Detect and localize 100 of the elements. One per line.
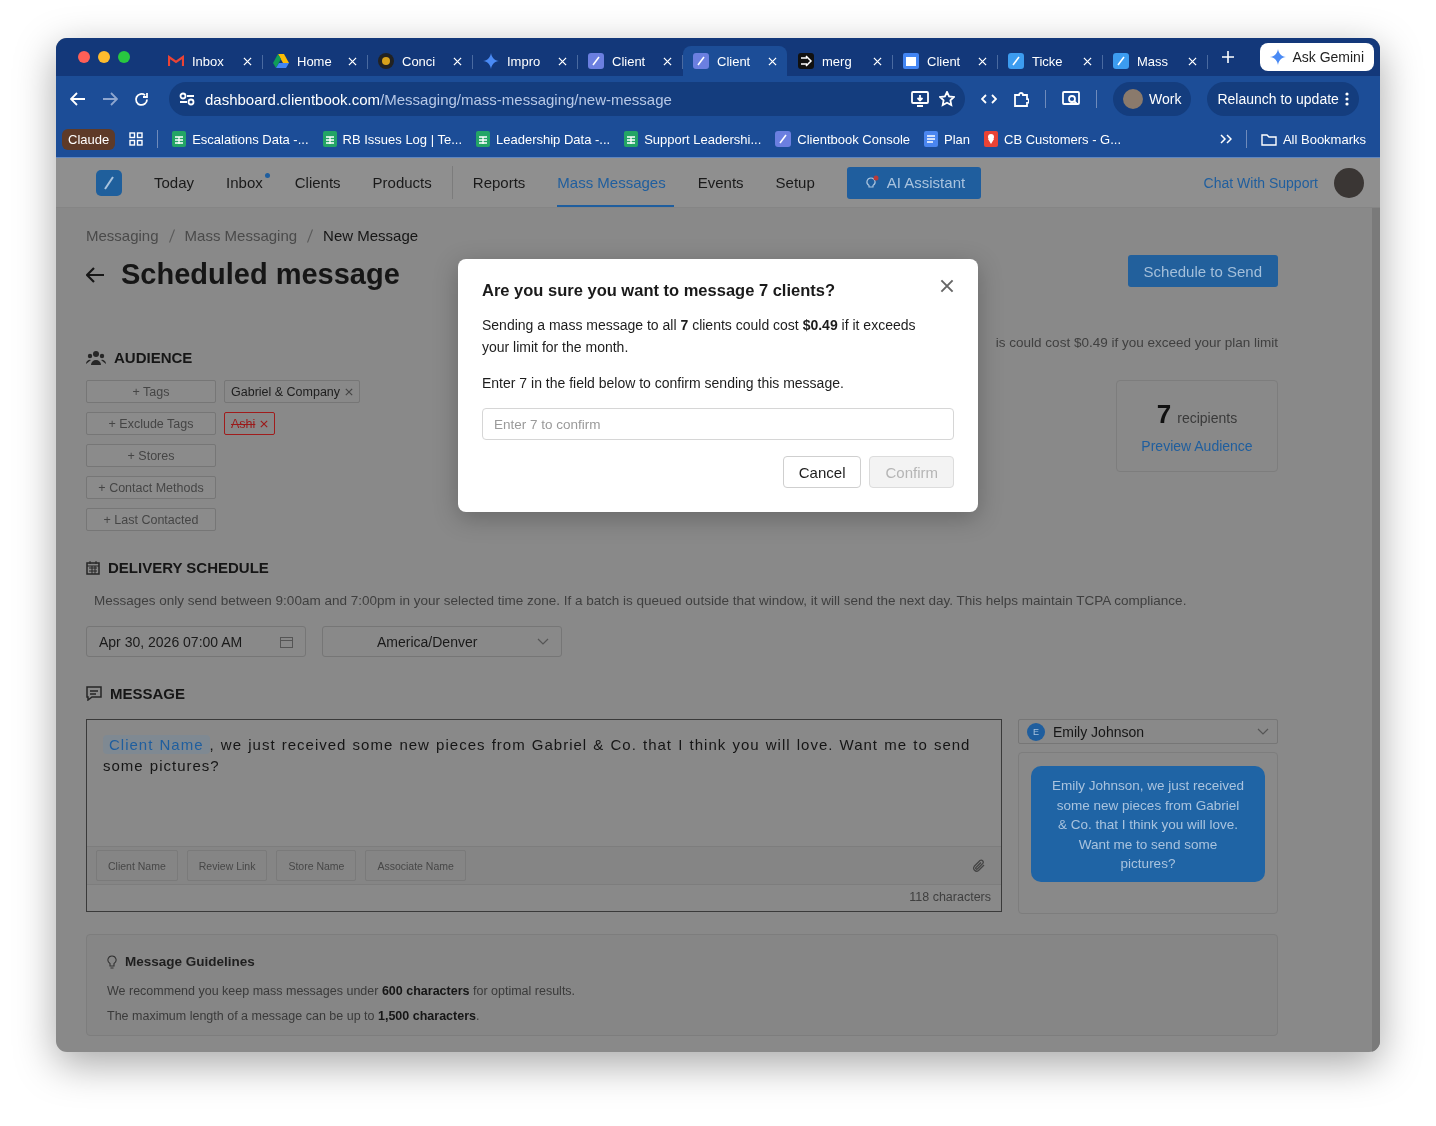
site-settings-icon[interactable] [179, 92, 195, 106]
add-filter-button[interactable]: + Last Contacted [86, 508, 216, 531]
dialog-title: Are you sure you want to message 7 clients? [482, 281, 836, 300]
browser-tab[interactable]: Conci [368, 46, 472, 76]
star-icon[interactable] [939, 91, 955, 107]
recipients-label: recipients [1177, 409, 1238, 426]
contact-initial-avatar: E [1027, 722, 1045, 741]
paperclip-icon[interactable] [972, 857, 986, 874]
bookmark[interactable]: CB Customers - G... [984, 131, 1122, 147]
apps-grid-icon[interactable] [129, 132, 144, 146]
message-text[interactable]: Client Name , we just received some new pieces from Gabriel & Co. that I think you will love. Want me to send some pictures? [87, 720, 1001, 846]
tag-chip[interactable]: Gabriel & Company [224, 380, 361, 403]
separator-slash-icon [168, 228, 175, 243]
bookmark[interactable]: RB Issues Log | Te... [322, 131, 462, 147]
bookmark[interactable]: Leadership Data -... [476, 131, 611, 147]
cost-note: is could cost $0.49 if you exceed your plan limit [995, 335, 1278, 350]
forward-icon[interactable] [102, 92, 118, 106]
install-app-icon[interactable] [911, 91, 929, 107]
nav-link[interactable]: Setup [775, 158, 823, 207]
schedule-to-send-button[interactable]: Schedule to Send [1127, 255, 1278, 287]
relaunch-button[interactable]: Relaunch to update [1207, 82, 1359, 116]
guideline-text: The maximum length of a message can be up to 1,500 characters. [107, 1009, 481, 1023]
nav-link[interactable]: Events [697, 158, 752, 207]
address-bar[interactable]: dashboard.clientbook.com/Messaging/mass-messaging/new-message [169, 82, 965, 116]
browser-tab[interactable]: Mass [1103, 46, 1207, 76]
browser-tab[interactable]: Client [683, 46, 787, 76]
chevrons-icon[interactable] [1219, 134, 1232, 144]
feather-app-icon [1113, 53, 1129, 69]
message-icon [86, 686, 102, 701]
app-logo-icon[interactable] [96, 169, 122, 196]
back-arrow-icon[interactable] [86, 266, 105, 283]
nav-link[interactable]: Today [154, 158, 203, 207]
add-filter-button[interactable]: + Stores [86, 444, 216, 467]
date-time-field[interactable]: Apr 30, 2026 07:00 AM [86, 626, 306, 657]
browser-tab[interactable]: Client [578, 46, 682, 76]
bookmark[interactable]: Clientbook Console [775, 131, 910, 147]
people-icon [86, 350, 106, 365]
spreadsheet-icon [476, 131, 490, 147]
add-filter-button[interactable]: + Tags [86, 380, 216, 403]
feather-app-icon [775, 131, 792, 147]
avatar[interactable] [1334, 167, 1364, 198]
url-text: dashboard.clientbook.com/Messaging/mass-messaging/new-message [205, 90, 673, 108]
sparkle-icon [1270, 49, 1287, 65]
section-heading: DELIVERY SCHEDULE [108, 559, 269, 576]
timezone-select[interactable]: America/Denver [322, 626, 562, 657]
map-pin-icon [984, 131, 999, 147]
schedule-note: Messages only send between 9:00am and 7:00pm in your selected time zone. If a batch is queued outside that window, it will send the next day. This helps maintain TCPA compliance. [94, 593, 1188, 608]
section-heading: MESSAGE [110, 685, 185, 702]
search-icon[interactable] [1062, 91, 1080, 107]
notification-dot [264, 173, 270, 178]
code-icon[interactable] [981, 94, 997, 104]
character-count: 118 characters [87, 884, 1001, 911]
dialog-instruction: Enter 7 in the field below to confirm sending this message. [482, 374, 845, 393]
browser-tab[interactable]: Client [893, 46, 997, 76]
browser-tab[interactable]: Inbox [158, 46, 262, 76]
reload-icon[interactable] [134, 91, 149, 107]
tab-group-label[interactable]: Claude [62, 128, 116, 150]
profile-button[interactable]: Work [1113, 82, 1192, 116]
dialog-message: Sending a mass message to all 7 clients could cost $0.49 if it exceeds your limit for the month. [482, 316, 917, 357]
close-icon[interactable] [940, 279, 954, 293]
puzzle-icon[interactable] [1013, 91, 1029, 107]
feather-app-icon [1008, 53, 1024, 69]
recipient-count: 7 [1156, 398, 1172, 430]
back-icon[interactable] [70, 92, 86, 106]
sparkle-icon [483, 53, 499, 69]
all-bookmarks[interactable]: All Bookmarks [1260, 131, 1366, 147]
ai-assistant-button[interactable]: AI Assistant [846, 166, 982, 199]
bookmark[interactable]: Escalations Data -... [172, 131, 309, 147]
nav-link[interactable]: Clients [294, 158, 349, 207]
remove-icon[interactable] [345, 387, 354, 396]
separator-slash-icon [307, 228, 314, 243]
feather-app-icon [693, 53, 709, 69]
page-title: Scheduled message [121, 258, 400, 291]
triangle-icon [273, 54, 289, 68]
message-editor[interactable]: Client Name , we just received some new pieces from Gabriel & Co. that I think you will love. Want me to send some pictures? Client Name Review Link Store Name Associate Name 118 characters [86, 719, 1002, 912]
avatar-icon [1123, 89, 1143, 109]
add-filter-button[interactable]: + Exclude Tags [86, 412, 216, 435]
browser-tab[interactable]: merg [788, 46, 892, 76]
guidelines-title: Message Guidelines [125, 954, 255, 969]
new-tab-icon[interactable] [1222, 51, 1234, 63]
ask-gemini-button[interactable]: Ask Gemini [1260, 43, 1374, 71]
browser-tab[interactable]: Impro [473, 46, 577, 76]
section-heading: AUDIENCE [114, 349, 193, 366]
browser-tab[interactable]: Ticke [998, 46, 1102, 76]
nav-link[interactable]: Inbox [226, 158, 271, 207]
nav-link[interactable]: Products [372, 158, 440, 207]
contact-select[interactable]: E Emily Johnson [1018, 719, 1278, 744]
bookmark[interactable]: Plan [924, 131, 971, 147]
bookmark[interactable]: Support Leadershi... [624, 131, 762, 147]
browser-tab[interactable]: Home [263, 46, 367, 76]
more-icon[interactable] [1344, 92, 1349, 106]
arrow-logo-icon [798, 53, 814, 69]
add-filter-button[interactable]: + Contact Methods [86, 476, 216, 499]
spreadsheet-icon [624, 131, 639, 147]
window-controls-drawing [78, 51, 130, 63]
confirm-input-field[interactable]: Enter 7 to confirm [482, 408, 954, 440]
cancel-button[interactable]: Cancel [782, 456, 862, 488]
folder-icon [1260, 132, 1277, 146]
lightbulb-icon [107, 954, 117, 969]
spreadsheet-icon [322, 131, 337, 147]
